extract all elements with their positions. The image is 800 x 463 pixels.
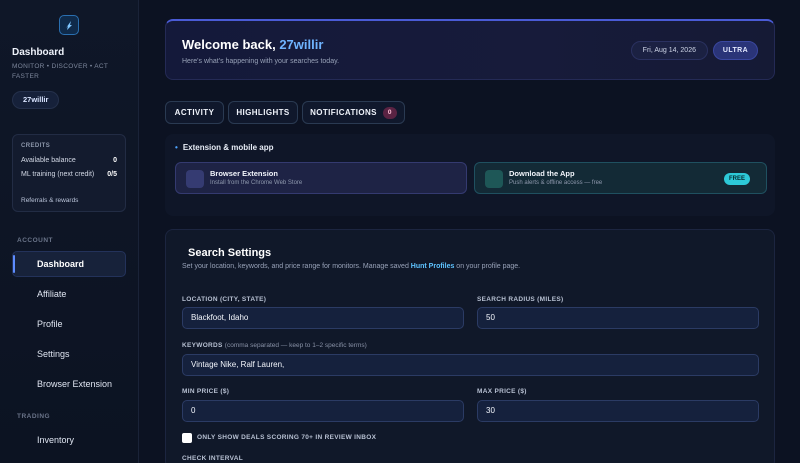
browser-extension-icon bbox=[186, 170, 204, 188]
mobile-app-icon bbox=[485, 170, 503, 188]
nav-dashboard[interactable]: Dashboard bbox=[12, 251, 126, 277]
max-price-label: MAX PRICE ($) bbox=[477, 388, 527, 395]
tier-badge: ULTRA bbox=[713, 41, 758, 60]
tab-notifications-label: NOTIFICATIONS bbox=[310, 108, 377, 117]
user-badge[interactable]: 27willir bbox=[12, 91, 60, 109]
ml-training-row: ML training (next credit) 0/5 bbox=[21, 171, 117, 178]
welcome-subtitle: Here's what's happening with your search… bbox=[182, 58, 340, 65]
credits-card: CREDITS Available balance 0 ML training … bbox=[12, 134, 126, 212]
extension-section-title: Extension & mobile app bbox=[175, 143, 274, 152]
extension-section: Extension & mobile app Browser Extension… bbox=[165, 134, 775, 216]
nav-settings[interactable]: Settings bbox=[12, 341, 126, 367]
max-price-input[interactable]: 30 bbox=[477, 400, 759, 422]
referrals-link[interactable]: Referrals & rewards bbox=[21, 197, 78, 204]
search-settings-panel: Search Settings Set your location, keywo… bbox=[165, 229, 775, 463]
available-balance-label: Available balance bbox=[21, 157, 76, 164]
browser-extension-title: Browser Extension bbox=[210, 169, 278, 178]
location-input[interactable]: Blackfoot, Idaho bbox=[182, 307, 464, 329]
welcome-banner: Welcome back, 27willir Here's what's hap… bbox=[165, 19, 775, 80]
account-section-label: ACCOUNT bbox=[17, 237, 53, 244]
download-app-title: Download the App bbox=[509, 169, 575, 178]
keywords-input[interactable]: Vintage Nike, Ralf Lauren, bbox=[182, 354, 759, 376]
nav-profile[interactable]: Profile bbox=[12, 311, 126, 337]
browser-extension-desc: Install from the Chrome Web Store bbox=[210, 180, 303, 186]
tab-notifications[interactable]: NOTIFICATIONS 0 bbox=[302, 101, 405, 124]
keywords-label-text: KEYWORDS bbox=[182, 342, 223, 349]
min-price-input[interactable]: 0 bbox=[182, 400, 464, 422]
available-balance-row: Available balance 0 bbox=[21, 157, 117, 164]
check-interval-label: CHECK INTERVAL bbox=[182, 455, 244, 462]
ml-training-label: ML training (next credit) bbox=[21, 171, 95, 178]
welcome-username: 27willir bbox=[279, 37, 324, 52]
score-filter-label: ONLY SHOW DEALS SCORING 70+ IN REVIEW IN… bbox=[197, 434, 377, 441]
hunt-profiles-link[interactable]: Hunt Profiles bbox=[411, 263, 455, 270]
sidebar-title: Dashboard bbox=[12, 47, 65, 58]
radius-label: SEARCH RADIUS (MILES) bbox=[477, 296, 564, 303]
keywords-hint: (comma separated — keep to 1–2 specific … bbox=[224, 342, 367, 349]
score-filter-checkbox[interactable] bbox=[182, 433, 192, 443]
available-balance-value: 0 bbox=[113, 157, 117, 164]
sidebar-tagline: MONITOR • DISCOVER • ACT FASTER bbox=[12, 63, 109, 80]
search-settings-desc: Set your location, keywords, and price r… bbox=[182, 263, 520, 270]
trading-section-label: TRADING bbox=[17, 413, 51, 420]
search-settings-title: Search Settings bbox=[188, 247, 272, 259]
download-app-card[interactable]: Download the App Push alerts & offline a… bbox=[474, 162, 767, 194]
location-label: LOCATION (CITY, STATE) bbox=[182, 296, 267, 303]
nav-affiliate[interactable]: Affiliate bbox=[12, 281, 126, 307]
desc-text-before: Set your location, keywords, and price r… bbox=[182, 263, 411, 270]
radius-input[interactable]: 50 bbox=[477, 307, 759, 329]
ml-training-value: 0/5 bbox=[107, 171, 117, 178]
min-price-label: MIN PRICE ($) bbox=[182, 388, 230, 395]
app-logo-icon[interactable] bbox=[59, 15, 79, 35]
download-app-desc: Push alerts & offline access — free bbox=[509, 180, 603, 186]
tab-activity[interactable]: ACTIVITY bbox=[165, 101, 224, 124]
keywords-label: KEYWORDS (comma separated — keep to 1–2 … bbox=[182, 342, 367, 349]
nav-browser-extension[interactable]: Browser Extension bbox=[12, 371, 126, 397]
desc-text-after: on your profile page. bbox=[454, 263, 521, 270]
sidebar: Dashboard MONITOR • DISCOVER • ACT FASTE… bbox=[0, 0, 139, 463]
main-content: Welcome back, 27willir Here's what's hap… bbox=[139, 0, 800, 463]
notifications-count-badge: 0 bbox=[382, 107, 397, 119]
welcome-heading: Welcome back, 27willir bbox=[182, 37, 323, 52]
tab-highlights[interactable]: HIGHLIGHTS bbox=[228, 101, 298, 124]
free-badge: FREE bbox=[724, 173, 750, 185]
browser-extension-card[interactable]: Browser Extension Install from the Chrom… bbox=[175, 162, 467, 194]
credits-header: CREDITS bbox=[21, 143, 51, 149]
welcome-greeting: Welcome back, bbox=[182, 37, 280, 52]
date-badge: Fri, Aug 14, 2026 bbox=[630, 41, 708, 60]
nav-inventory[interactable]: Inventory bbox=[12, 427, 126, 453]
